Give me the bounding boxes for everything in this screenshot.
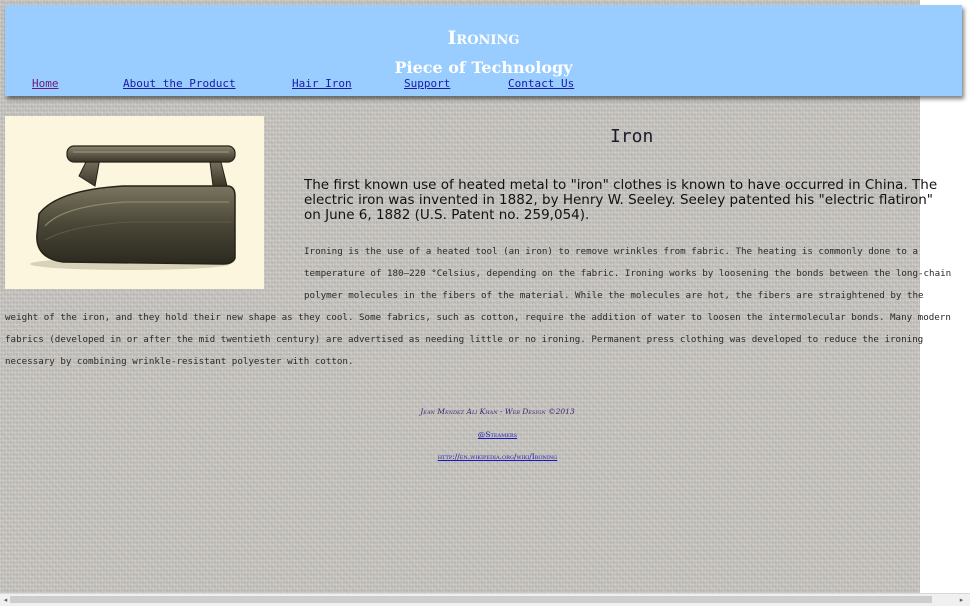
footer-credit: Jean Mendez Ali Khan - Web Design ©2013 bbox=[420, 407, 575, 416]
horizontal-scrollbar[interactable]: ◂ ▸ bbox=[0, 593, 970, 606]
page-title: Iron bbox=[610, 126, 654, 147]
nav-home[interactable]: Home bbox=[32, 77, 59, 90]
body-paragraph: Ironing is the use of a heated tool (an … bbox=[5, 241, 962, 373]
footer-link-steamers[interactable]: @Steamers bbox=[0, 430, 970, 439]
nav-contact-us[interactable]: Contact Us bbox=[508, 77, 574, 90]
intro-paragraph: The first known use of heated metal to "… bbox=[304, 177, 938, 223]
scrollbar-thumb[interactable] bbox=[10, 596, 932, 603]
scroll-left-arrow-icon[interactable]: ◂ bbox=[1, 595, 10, 605]
scroll-right-arrow-icon[interactable]: ▸ bbox=[957, 595, 966, 605]
site-header: Ironing Piece of Technology Home About t… bbox=[5, 5, 962, 96]
site-subtitle: Piece of Technology bbox=[394, 58, 573, 77]
nav-hair-iron[interactable]: Hair Iron bbox=[292, 77, 352, 90]
image-float-spacer bbox=[5, 241, 304, 307]
site-title: Ironing bbox=[447, 27, 520, 49]
nav-about-the-product[interactable]: About the Product bbox=[123, 77, 236, 90]
footer-link-wikipedia[interactable]: http://en.wikipedia.org/wiki/Ironing bbox=[0, 452, 970, 461]
nav-support[interactable]: Support bbox=[404, 77, 450, 90]
